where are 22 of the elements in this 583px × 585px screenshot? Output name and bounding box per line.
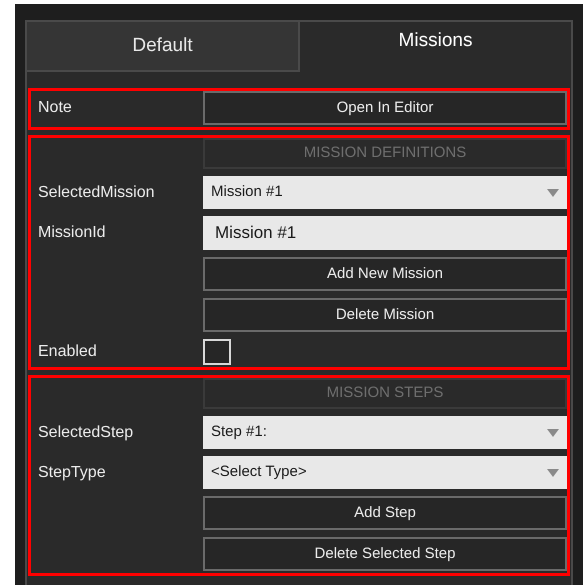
dropdown[interactable]: <Select Type> <box>203 456 567 489</box>
checkbox[interactable] <box>203 339 231 365</box>
action-button[interactable]: Delete Mission <box>203 298 567 332</box>
action-button[interactable]: Delete Selected Step <box>203 537 567 571</box>
dropdown[interactable]: Mission #1 <box>203 176 567 209</box>
dropdown[interactable]: Step #1: <box>203 416 567 449</box>
dropdown-arrow-icon <box>547 428 559 436</box>
tab[interactable]: Default <box>27 22 300 72</box>
action-button[interactable]: Add Step <box>203 496 567 530</box>
dropdown-arrow-icon <box>547 468 559 476</box>
field-label: SelectedStep <box>38 424 134 440</box>
section-header: MISSION DEFINITIONS <box>203 138 567 169</box>
field-label: StepType <box>38 464 106 480</box>
field-label: Note <box>38 99 72 116</box>
dropdown-arrow-icon <box>547 188 559 196</box>
field-label: SelectedMission <box>38 184 154 200</box>
field-label: Enabled <box>38 343 97 360</box>
field-label: MissionId <box>38 224 106 241</box>
section-header: MISSION STEPS <box>203 378 567 409</box>
input-field[interactable]: Mission #1 <box>203 216 567 250</box>
action-button[interactable]: Add New Mission <box>203 257 567 291</box>
action-button[interactable]: Open In Editor <box>203 91 567 125</box>
